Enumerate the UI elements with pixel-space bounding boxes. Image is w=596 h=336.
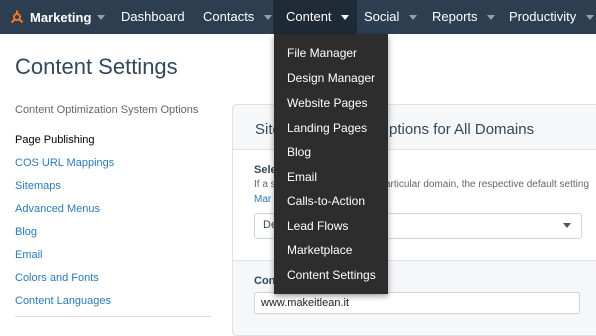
hubspot-sprocket-icon <box>10 10 24 24</box>
sidebar-item-colors-and-fonts[interactable]: Colors and Fonts <box>15 272 99 284</box>
chevron-down-icon <box>563 223 571 228</box>
sidebar-item-page-publishing[interactable]: Page Publishing <box>15 134 95 146</box>
nav-item-label: Social <box>364 9 400 24</box>
nav-item-content[interactable]: Content <box>273 0 357 34</box>
nav-item-dashboard[interactable]: Dashboard <box>121 0 185 34</box>
top-navigation-bar: Marketing Dashboard Contacts Content Soc… <box>0 0 596 34</box>
help-text-continued: articular domain, the respective default… <box>385 179 589 190</box>
menu-item-email[interactable]: Email <box>287 170 317 184</box>
section-label: Con <box>254 275 276 287</box>
chevron-down-icon <box>585 15 594 21</box>
manage-domains-link[interactable]: Mar <box>254 194 271 205</box>
content-dropdown-menu: File Manager Design Manager Website Page… <box>274 34 388 294</box>
chevron-down-icon <box>487 15 496 21</box>
brand-label: Marketing <box>30 9 92 25</box>
nav-item-reports[interactable]: Reports <box>432 0 496 34</box>
page-title: Content Settings <box>15 54 178 79</box>
menu-item-landing-pages[interactable]: Landing Pages <box>287 121 367 135</box>
sidebar-item-content-languages[interactable]: Content Languages <box>15 295 111 307</box>
sidebar-item-sitemaps[interactable]: Sitemaps <box>15 180 61 192</box>
sidebar-heading: Content Optimization System Options <box>15 104 199 116</box>
menu-item-calls-to-action[interactable]: Calls-to-Action <box>287 194 365 208</box>
menu-item-website-pages[interactable]: Website Pages <box>287 96 368 110</box>
menu-item-lead-flows[interactable]: Lead Flows <box>287 219 348 233</box>
chevron-down-icon <box>97 14 106 20</box>
nav-item-contacts[interactable]: Contacts <box>203 0 272 34</box>
nav-item-label: Reports <box>432 9 478 24</box>
nav-item-productivity[interactable]: Productivity <box>509 0 594 34</box>
menu-item-marketplace[interactable]: Marketplace <box>287 243 352 257</box>
chevron-down-icon <box>409 15 418 21</box>
sidebar-item-blog[interactable]: Blog <box>15 226 37 238</box>
menu-item-content-settings[interactable]: Content Settings <box>287 268 376 282</box>
nav-item-label: Content <box>286 9 332 24</box>
nav-item-social[interactable]: Social <box>364 0 418 34</box>
panel-title-continued: ptions for All Domains <box>389 121 535 138</box>
marketing-hub-menu[interactable]: Marketing <box>10 0 106 34</box>
menu-item-file-manager[interactable]: File Manager <box>287 46 357 60</box>
help-text: If a s <box>254 179 276 190</box>
chevron-down-icon <box>263 15 272 21</box>
sidebar-item-advanced-menus[interactable]: Advanced Menus <box>15 203 100 215</box>
domain-field[interactable] <box>254 292 580 314</box>
chevron-down-icon <box>341 15 350 21</box>
nav-item-label: Productivity <box>509 9 577 24</box>
menu-item-blog[interactable]: Blog <box>287 145 311 159</box>
sidebar-divider <box>15 316 211 317</box>
sidebar-item-cos-url-mappings[interactable]: COS URL Mappings <box>15 157 114 169</box>
sidebar-item-email[interactable]: Email <box>15 249 43 261</box>
nav-item-label: Contacts <box>203 9 255 24</box>
menu-item-design-manager[interactable]: Design Manager <box>287 71 375 85</box>
nav-item-label: Dashboard <box>121 9 185 24</box>
